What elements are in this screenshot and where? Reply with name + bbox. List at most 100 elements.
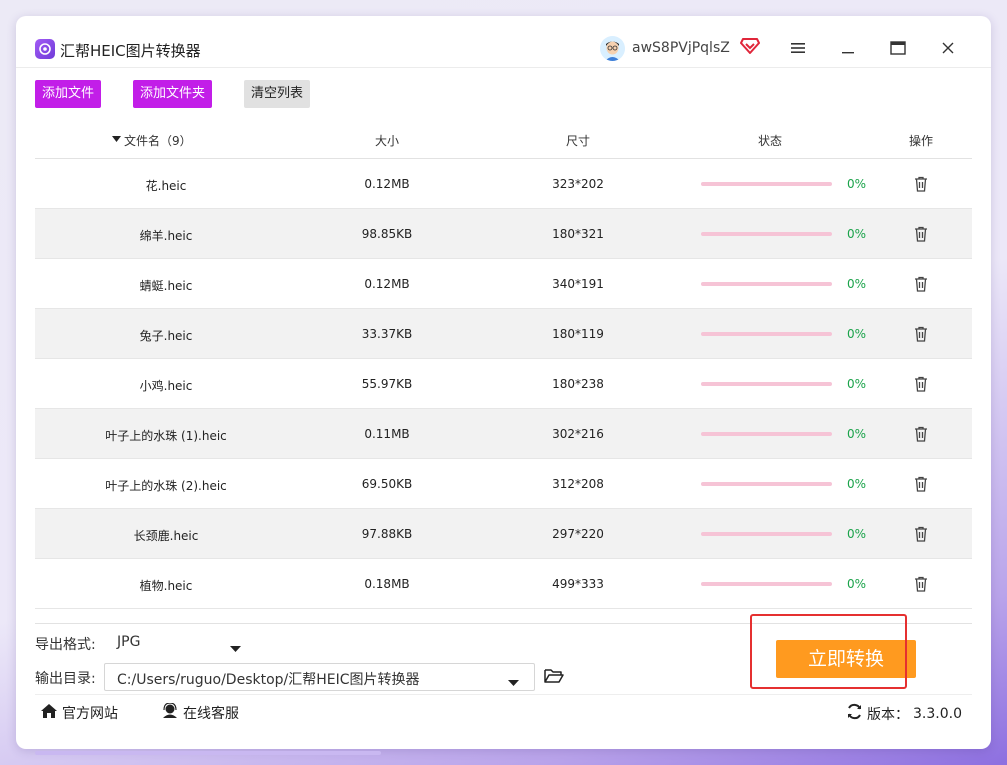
file-size: 0.12MB [364,177,410,191]
table-row[interactable]: 小鸡.heic 55.97KB 180*238 0% [35,359,972,409]
trash-icon[interactable] [914,526,928,545]
table-row[interactable]: 花.heic 0.12MB 323*202 0% [35,159,972,209]
file-name: 花.heic [145,179,187,193]
table-row[interactable]: 植物.heic 0.18MB 499*333 0% [35,559,972,609]
app-title: 汇帮HEIC图片转换器 [60,42,201,60]
folder-icon[interactable] [544,668,564,688]
avatar[interactable] [600,36,625,61]
header-dimensions: 尺寸 [566,134,591,148]
trash-icon[interactable] [914,276,928,295]
trash-icon[interactable] [914,576,928,595]
progress-percent: 0% [847,577,867,591]
format-select[interactable]: JPG [117,634,140,650]
add-folder-button[interactable]: 添加文件夹 [133,80,213,108]
title-bar: 汇帮HEIC图片转换器 awS8PVjPqlsZ [16,16,991,68]
file-dimensions: 297*220 [552,527,604,541]
format-label: 导出格式: [35,637,96,653]
table-row[interactable]: 绵羊.heic 98.85KB 180*321 0% [35,209,972,259]
trash-icon[interactable] [914,476,928,495]
progress-bar [701,432,832,436]
trash-icon[interactable] [914,226,928,245]
file-size: 98.85KB [361,227,413,241]
scroll-indicator [35,751,381,755]
file-size: 0.11MB [364,427,410,441]
online-support-label: 在线客服 [183,706,239,722]
convert-now-button[interactable]: 立即转换 [776,640,916,678]
progress-percent: 0% [847,527,867,541]
refresh-icon[interactable] [846,703,863,724]
file-size: 0.18MB [364,577,410,591]
table-row[interactable]: 长颈鹿.heic 97.88KB 297*220 0% [35,509,972,559]
header-actions: 操作 [909,134,934,148]
version-number: 3.3.0.0 [913,705,962,722]
file-dimensions: 312*208 [552,477,604,491]
file-dimensions: 180*119 [552,327,604,341]
official-website-label: 官方网站 [62,706,118,722]
clear-list-button[interactable]: 清空列表 [244,80,311,108]
progress-bar [701,282,832,286]
table-row[interactable]: 叶子上的水珠 (1).heic 0.11MB 302*216 0% [35,409,972,459]
table-row[interactable]: 蜻蜓.heic 0.12MB 340*191 0% [35,259,972,309]
progress-percent: 0% [847,277,867,291]
headset-icon [161,702,179,723]
trash-icon[interactable] [914,426,928,445]
file-name: 叶子上的水珠 (1).heic [105,429,227,443]
header-size: 大小 [375,134,400,148]
table-row[interactable]: 兔子.heic 33.37KB 180*119 0% [35,309,972,359]
file-dimensions: 499*333 [552,577,604,591]
home-icon [40,703,58,723]
chevron-down-icon[interactable] [230,638,241,657]
vip-diamond-icon[interactable] [740,37,760,59]
file-dimensions: 340*191 [552,277,604,291]
progress-percent: 0% [847,427,867,441]
sort-caret-icon[interactable] [112,132,121,146]
add-files-button[interactable]: 添加文件 [35,80,102,108]
file-size: 55.97KB [361,377,413,391]
file-size: 69.50KB [361,477,413,491]
progress-percent: 0% [847,477,867,491]
file-dimensions: 302*216 [552,427,604,441]
dir-label: 输出目录: [35,671,96,687]
file-size: 33.37KB [361,327,413,341]
header-status: 状态 [758,134,783,148]
output-dir-select[interactable]: C:/Users/ruguo/Desktop/汇帮HEIC图片转换器 [104,663,535,691]
table-row[interactable]: 叶子上的水珠 (2).heic 69.50KB 312*208 0% [35,459,972,509]
header-name[interactable]: 文件名（9） [124,132,192,149]
minimize-icon[interactable] [838,38,858,58]
file-name: 绵羊.heic [139,229,193,243]
progress-percent: 0% [847,177,867,191]
file-size: 0.12MB [364,277,410,291]
progress-percent: 0% [847,377,867,391]
online-support-link[interactable]: 在线客服 [161,702,239,723]
file-name: 长颈鹿.heic [133,529,199,543]
file-name: 植物.heic [139,579,193,593]
app-window: 汇帮HEIC图片转换器 awS8PVjPqlsZ 添加文件 添加文件夹 清空列表… [16,16,991,749]
progress-bar [701,582,832,586]
progress-bar [701,232,832,236]
progress-bar [701,332,832,336]
progress-percent: 0% [847,227,867,241]
version-info: 版本： 3.3.0.0 [846,703,962,724]
file-dimensions: 323*202 [552,177,604,191]
trash-icon[interactable] [914,376,928,395]
file-name: 小鸡.heic [139,379,193,393]
trash-icon[interactable] [914,326,928,345]
file-name: 兔子.heic [139,329,193,343]
chevron-down-icon[interactable] [508,672,519,691]
file-name: 蜻蜓.heic [139,279,193,293]
progress-bar [701,532,832,536]
close-icon[interactable] [938,38,958,58]
maximize-icon[interactable] [888,38,908,58]
file-dimensions: 180*321 [552,227,604,241]
official-website-link[interactable]: 官方网站 [40,703,118,723]
username[interactable]: awS8PVjPqlsZ [632,40,730,56]
progress-bar [701,382,832,386]
trash-icon[interactable] [914,176,928,195]
file-dimensions: 180*238 [552,377,604,391]
divider [35,623,972,624]
table-header: 文件名（9） 大小 尺寸 状态 操作 [35,118,972,159]
file-name: 叶子上的水珠 (2).heic [105,479,227,493]
hamburger-icon[interactable] [788,38,808,58]
progress-bar [701,482,832,486]
app-logo-icon [35,39,55,59]
